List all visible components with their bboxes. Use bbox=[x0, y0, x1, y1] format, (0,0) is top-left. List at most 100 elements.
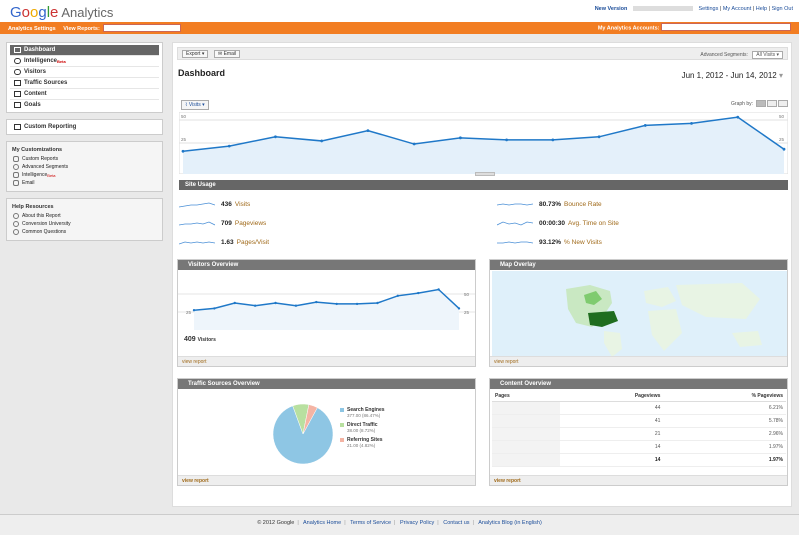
view-reports-select[interactable] bbox=[103, 24, 182, 32]
intelligence-link[interactable]: Intelligence Beta bbox=[10, 171, 159, 179]
traffic-sources-legend: Search Engines 377.00 (86.47%) Direct Tra… bbox=[340, 407, 385, 452]
data-point[interactable] bbox=[417, 291, 420, 295]
visitors-overview-header[interactable]: Visitors Overview bbox=[178, 260, 475, 270]
custom-reports-link[interactable]: Custom Reports bbox=[10, 155, 159, 163]
data-point[interactable] bbox=[643, 124, 647, 127]
view-reports-label: View Reports: bbox=[63, 26, 100, 33]
map-overlay-header[interactable]: Map Overlay bbox=[490, 260, 787, 270]
my-accounts-select[interactable] bbox=[661, 23, 791, 31]
my-account-link[interactable]: My Account bbox=[723, 6, 751, 12]
common-questions-link[interactable]: Common Questions bbox=[10, 228, 159, 238]
graph-by-week-button[interactable] bbox=[767, 100, 777, 107]
data-point[interactable] bbox=[192, 309, 196, 312]
email-link[interactable]: Email bbox=[10, 179, 159, 189]
sidebar-item-visitors[interactable]: Visitors bbox=[10, 67, 159, 78]
help-link[interactable]: Help bbox=[756, 6, 767, 12]
conversion-university-link[interactable]: Conversion University bbox=[10, 220, 159, 228]
blog-link[interactable]: Analytics Blog (in English) bbox=[478, 520, 542, 526]
page-cell[interactable] bbox=[492, 440, 560, 454]
table-row[interactable]: 14 1.97% bbox=[492, 440, 786, 454]
graph-by-month-button[interactable] bbox=[778, 100, 788, 107]
data-point[interactable] bbox=[736, 115, 740, 119]
table-row[interactable]: 21 2.96% bbox=[492, 427, 786, 441]
data-point[interactable] bbox=[274, 135, 277, 139]
export-button[interactable]: Export ▾ bbox=[182, 50, 209, 58]
terms-link[interactable]: Terms of Service bbox=[350, 520, 391, 526]
customizations-box: My Customizations Custom Reports Advance… bbox=[6, 141, 163, 192]
flag-icon bbox=[14, 102, 21, 108]
legend-referring-sites: Referring Sites 21.00 (4.82%) bbox=[340, 437, 385, 448]
segment-select[interactable]: All Visits ▾ bbox=[752, 51, 783, 59]
page-cell[interactable] bbox=[492, 414, 560, 428]
metric-select[interactable]: ⌇ Visits ▾ bbox=[181, 100, 209, 110]
sidebar-item-content[interactable]: Content bbox=[10, 89, 159, 100]
advanced-segments-link[interactable]: Advanced Segments bbox=[10, 163, 159, 171]
data-point[interactable] bbox=[597, 135, 601, 139]
content-icon bbox=[14, 91, 21, 97]
table-row[interactable]: 14 1.97% bbox=[492, 453, 786, 467]
settings-link[interactable]: Settings bbox=[698, 6, 718, 12]
data-point[interactable] bbox=[181, 149, 185, 153]
table-row[interactable]: 41 5.78% bbox=[492, 414, 786, 428]
data-point[interactable] bbox=[782, 147, 786, 151]
data-point[interactable] bbox=[274, 301, 277, 305]
sparkline-icon bbox=[179, 202, 215, 208]
graph-resize-handle[interactable] bbox=[475, 172, 495, 176]
content-overview-header[interactable]: Content Overview bbox=[490, 379, 787, 389]
data-point[interactable] bbox=[376, 301, 379, 305]
date-range-picker[interactable]: Jun 1, 2012 - Jun 14, 2012 ▾ bbox=[682, 71, 783, 80]
contact-link[interactable]: Contact us bbox=[443, 520, 469, 526]
world-map[interactable] bbox=[492, 271, 787, 357]
data-point[interactable] bbox=[505, 138, 509, 142]
col-percent-pageviews: % Pageviews bbox=[663, 391, 786, 402]
data-point[interactable] bbox=[437, 288, 440, 291]
data-point[interactable] bbox=[458, 136, 462, 140]
traffic-sources-header[interactable]: Traffic Sources Overview bbox=[178, 379, 475, 389]
data-point[interactable] bbox=[253, 304, 257, 307]
data-point[interactable] bbox=[412, 142, 416, 146]
data-point[interactable] bbox=[690, 121, 693, 125]
data-point[interactable] bbox=[320, 139, 324, 143]
sidebar-item-traffic-sources[interactable]: Traffic Sources bbox=[10, 78, 159, 89]
sidebar-item-intelligence[interactable]: Intelligence Beta bbox=[10, 56, 159, 67]
privacy-link[interactable]: Privacy Policy bbox=[400, 520, 434, 526]
data-point[interactable] bbox=[335, 302, 338, 306]
sidebar-item-goals[interactable]: Goals bbox=[10, 100, 159, 110]
table-row[interactable]: 44 6.21% bbox=[492, 401, 786, 415]
page-cell[interactable] bbox=[492, 401, 560, 415]
email-button[interactable]: ✉ Email bbox=[214, 50, 241, 58]
page-cell[interactable] bbox=[492, 453, 560, 467]
sidebar-item-dashboard[interactable]: Dashboard bbox=[10, 45, 159, 56]
data-point[interactable] bbox=[315, 300, 318, 304]
visitors-view-report-link[interactable]: view report bbox=[178, 356, 475, 366]
visits-graph: ⌇ Visits ▾ Graph by: 50 25 50 25 Jun 4 J… bbox=[179, 100, 788, 176]
analytics-home-link[interactable]: Analytics Home bbox=[303, 520, 341, 526]
grid-icon bbox=[14, 47, 21, 53]
data-point[interactable] bbox=[366, 129, 370, 132]
data-point[interactable] bbox=[551, 138, 555, 142]
map-europe bbox=[644, 287, 676, 307]
google-analytics-logo[interactable]: Google Analytics bbox=[10, 4, 113, 21]
about-report-link[interactable]: About this Report bbox=[10, 212, 159, 220]
data-point[interactable] bbox=[227, 144, 231, 148]
nav-box: Dashboard Intelligence Beta Visitors Traf… bbox=[6, 42, 163, 113]
content-view-report-link[interactable]: view report bbox=[490, 475, 787, 485]
data-point[interactable] bbox=[294, 304, 298, 307]
traffic-icon bbox=[14, 80, 21, 86]
traffic-view-report-link[interactable]: view report bbox=[178, 475, 475, 485]
map-australia bbox=[732, 331, 762, 347]
data-point[interactable] bbox=[213, 307, 216, 310]
map-view-report-link[interactable]: view report bbox=[490, 356, 787, 366]
legend-swatch bbox=[340, 408, 344, 412]
sign-out-link[interactable]: Sign Out bbox=[772, 6, 793, 12]
graph-by-day-button[interactable] bbox=[756, 100, 766, 107]
data-point[interactable] bbox=[355, 302, 359, 306]
analytics-settings-link[interactable]: Analytics Settings bbox=[8, 26, 56, 32]
new-version-link[interactable]: New Version bbox=[595, 6, 628, 12]
data-point[interactable] bbox=[233, 301, 236, 305]
data-point[interactable] bbox=[396, 294, 400, 297]
person-icon bbox=[14, 58, 21, 64]
page-cell[interactable] bbox=[492, 427, 560, 441]
data-point[interactable] bbox=[457, 307, 461, 310]
sidebar-item-custom-reporting[interactable]: Custom Reporting bbox=[10, 122, 159, 132]
